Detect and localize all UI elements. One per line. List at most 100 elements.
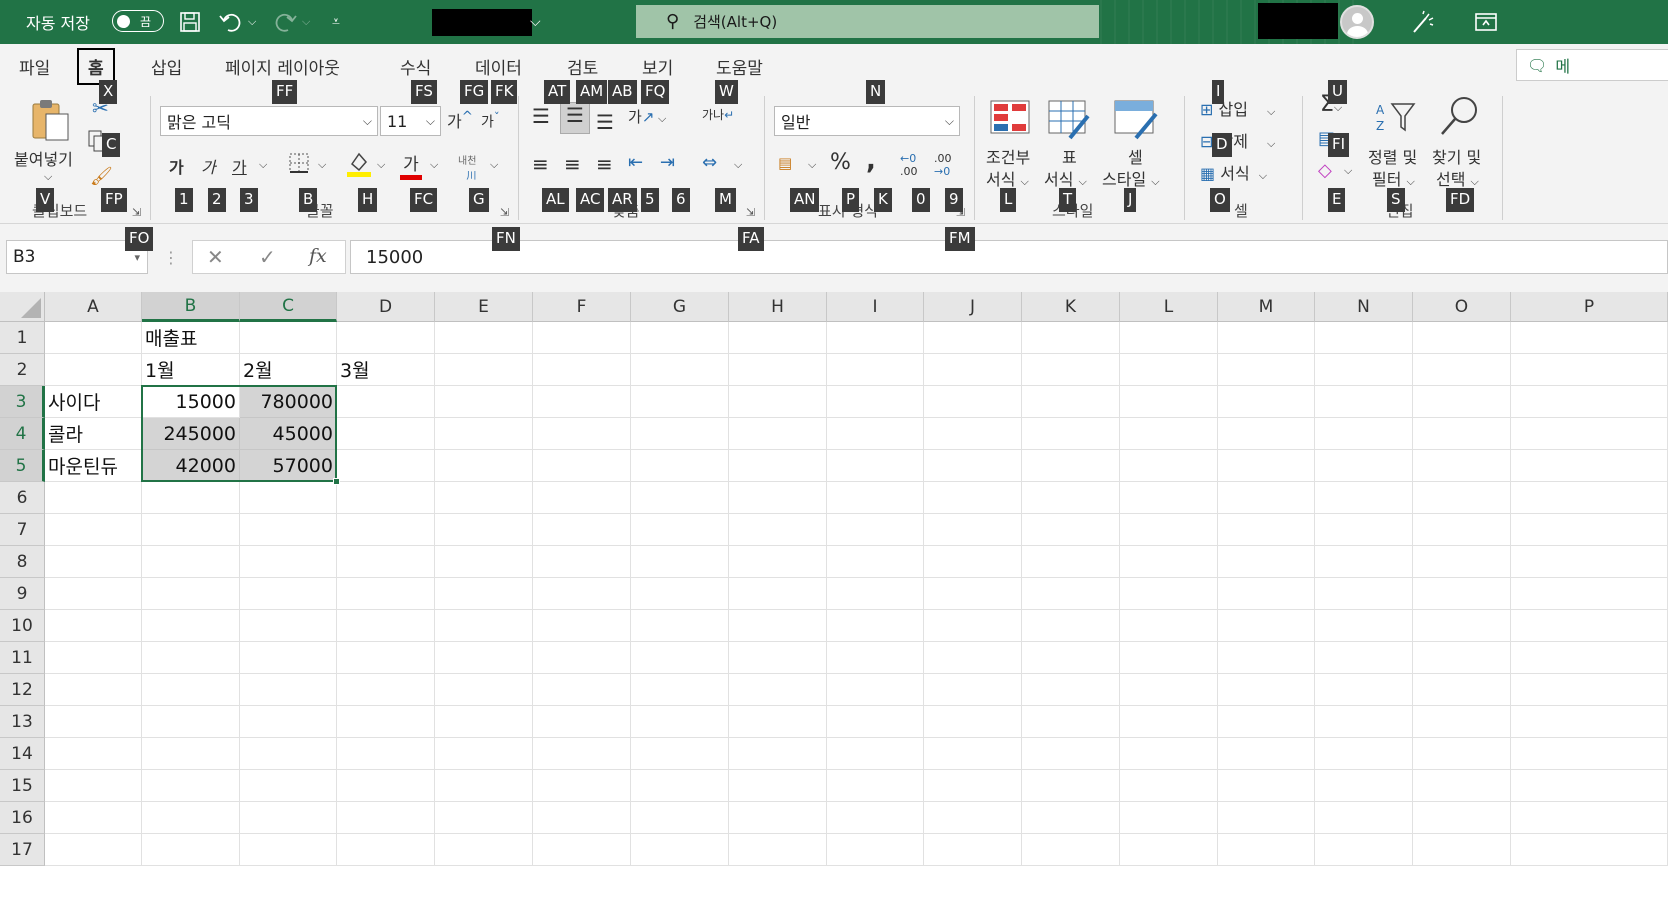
cell-p5[interactable] bbox=[1511, 450, 1668, 482]
merge-dropdown-icon[interactable]: ⌵ bbox=[734, 158, 742, 172]
comments-button[interactable]: 🗨 메 bbox=[1516, 49, 1668, 81]
row-header-3[interactable]: 3 bbox=[0, 386, 45, 418]
cell-g16[interactable] bbox=[631, 802, 729, 834]
cell-i4[interactable] bbox=[827, 418, 924, 450]
font-size-select[interactable]: 11 ⌵ bbox=[380, 106, 441, 136]
cell-o6[interactable] bbox=[1413, 482, 1511, 514]
cell-o13[interactable] bbox=[1413, 706, 1511, 738]
cell-a13[interactable] bbox=[45, 706, 142, 738]
cell-f12[interactable] bbox=[533, 674, 631, 706]
cell-k4[interactable] bbox=[1022, 418, 1120, 450]
cell-e7[interactable] bbox=[435, 514, 533, 546]
cell-p12[interactable] bbox=[1511, 674, 1668, 706]
column-header-n[interactable]: N bbox=[1315, 292, 1413, 322]
cell-f10[interactable] bbox=[533, 610, 631, 642]
cell-c13[interactable] bbox=[240, 706, 337, 738]
cell-o12[interactable] bbox=[1413, 674, 1511, 706]
cell-k7[interactable] bbox=[1022, 514, 1120, 546]
cell-k17[interactable] bbox=[1022, 834, 1120, 866]
formula-bar-resize-handle[interactable]: ⋮ bbox=[163, 248, 179, 267]
cell-d17[interactable] bbox=[337, 834, 435, 866]
cell-o5[interactable] bbox=[1413, 450, 1511, 482]
cell-p1[interactable] bbox=[1511, 322, 1668, 354]
cell-i6[interactable] bbox=[827, 482, 924, 514]
cell-l9[interactable] bbox=[1120, 578, 1218, 610]
cell-c10[interactable] bbox=[240, 610, 337, 642]
customize-qat-icon[interactable]: ⩡ bbox=[332, 0, 340, 44]
font-launcher-icon[interactable]: ⇲ bbox=[500, 206, 509, 219]
cell-h15[interactable] bbox=[729, 770, 827, 802]
row-header-10[interactable]: 10 bbox=[0, 610, 45, 642]
save-icon[interactable] bbox=[178, 0, 202, 44]
cell-c12[interactable] bbox=[240, 674, 337, 706]
row-header-17[interactable]: 17 bbox=[0, 834, 45, 866]
cell-i16[interactable] bbox=[827, 802, 924, 834]
undo-icon[interactable] bbox=[218, 0, 244, 44]
cell-j13[interactable] bbox=[924, 706, 1022, 738]
cell-g13[interactable] bbox=[631, 706, 729, 738]
row-header-5[interactable]: 5 bbox=[0, 450, 45, 482]
cell-i14[interactable] bbox=[827, 738, 924, 770]
accounting-dropdown-icon[interactable]: ⌵ bbox=[808, 158, 816, 172]
cell-k1[interactable] bbox=[1022, 322, 1120, 354]
cell-c14[interactable] bbox=[240, 738, 337, 770]
cell-o8[interactable] bbox=[1413, 546, 1511, 578]
cell-a8[interactable] bbox=[45, 546, 142, 578]
cell-a1[interactable] bbox=[45, 322, 142, 354]
cell-m6[interactable] bbox=[1218, 482, 1315, 514]
increase-indent-icon[interactable]: ⇥ bbox=[660, 152, 675, 173]
cell-a2[interactable] bbox=[45, 354, 142, 386]
cell-p15[interactable] bbox=[1511, 770, 1668, 802]
cell-n16[interactable] bbox=[1315, 802, 1413, 834]
row-header-8[interactable]: 8 bbox=[0, 546, 45, 578]
cell-n17[interactable] bbox=[1315, 834, 1413, 866]
column-header-b[interactable]: B bbox=[142, 292, 240, 322]
cell-p17[interactable] bbox=[1511, 834, 1668, 866]
cell-a10[interactable] bbox=[45, 610, 142, 642]
cell-j7[interactable] bbox=[924, 514, 1022, 546]
cell-n2[interactable] bbox=[1315, 354, 1413, 386]
cell-o1[interactable] bbox=[1413, 322, 1511, 354]
cell-l3[interactable] bbox=[1120, 386, 1218, 418]
border-icon[interactable] bbox=[288, 152, 310, 178]
cell-h5[interactable] bbox=[729, 450, 827, 482]
cell-a12[interactable] bbox=[45, 674, 142, 706]
sort-filter-label-2[interactable]: 필터 ⌵ bbox=[1372, 166, 1415, 190]
cell-f9[interactable] bbox=[533, 578, 631, 610]
cell-e16[interactable] bbox=[435, 802, 533, 834]
column-header-j[interactable]: J bbox=[924, 292, 1022, 322]
cell-styles-label-2[interactable]: 스타일 ⌵ bbox=[1102, 166, 1160, 190]
cell-b12[interactable] bbox=[142, 674, 240, 706]
cell-f1[interactable] bbox=[533, 322, 631, 354]
cell-f2[interactable] bbox=[533, 354, 631, 386]
cell-l12[interactable] bbox=[1120, 674, 1218, 706]
cell-j6[interactable] bbox=[924, 482, 1022, 514]
cell-f16[interactable] bbox=[533, 802, 631, 834]
cell-h10[interactable] bbox=[729, 610, 827, 642]
cell-g6[interactable] bbox=[631, 482, 729, 514]
cell-p16[interactable] bbox=[1511, 802, 1668, 834]
search-box[interactable]: ⚲ 검색(Alt+Q) bbox=[636, 5, 1099, 38]
cell-g4[interactable] bbox=[631, 418, 729, 450]
cell-a5[interactable]: 마운틴듀 bbox=[45, 450, 142, 482]
cell-c2[interactable]: 2월 bbox=[240, 354, 337, 386]
cell-e4[interactable] bbox=[435, 418, 533, 450]
cell-d13[interactable] bbox=[337, 706, 435, 738]
cell-i13[interactable] bbox=[827, 706, 924, 738]
cell-p7[interactable] bbox=[1511, 514, 1668, 546]
cell-c15[interactable] bbox=[240, 770, 337, 802]
cell-j10[interactable] bbox=[924, 610, 1022, 642]
cell-j12[interactable] bbox=[924, 674, 1022, 706]
cell-e11[interactable] bbox=[435, 642, 533, 674]
cell-p13[interactable] bbox=[1511, 706, 1668, 738]
cell-a11[interactable] bbox=[45, 642, 142, 674]
column-header-m[interactable]: M bbox=[1218, 292, 1315, 322]
cell-n1[interactable] bbox=[1315, 322, 1413, 354]
cell-l15[interactable] bbox=[1120, 770, 1218, 802]
column-header-o[interactable]: O bbox=[1413, 292, 1511, 322]
cell-h6[interactable] bbox=[729, 482, 827, 514]
cell-m15[interactable] bbox=[1218, 770, 1315, 802]
insert-function-icon[interactable]: fx bbox=[309, 245, 327, 267]
cell-b2[interactable]: 1월 bbox=[142, 354, 240, 386]
cell-m12[interactable] bbox=[1218, 674, 1315, 706]
